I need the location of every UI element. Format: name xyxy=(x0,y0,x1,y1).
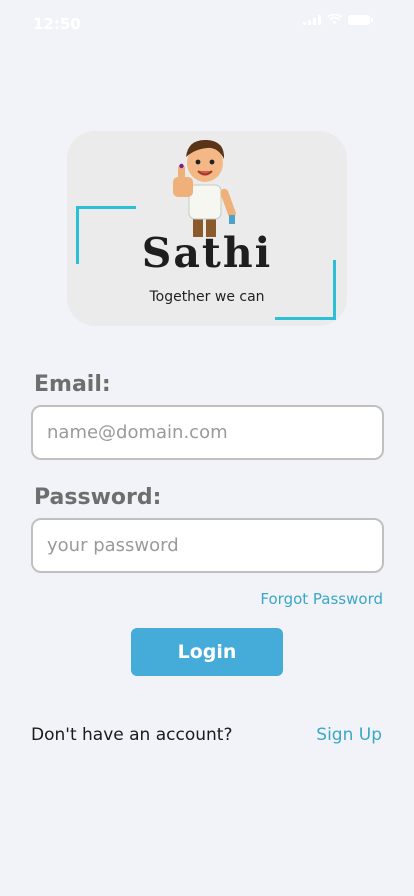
forgot-password-link[interactable]: Forgot Password xyxy=(260,590,383,608)
status-icons xyxy=(303,14,373,25)
logo-card: Sathi Together we can xyxy=(67,131,347,326)
brand-tagline: Together we can xyxy=(149,289,265,305)
password-label: Password: xyxy=(34,485,162,510)
sign-up-link[interactable]: Sign Up xyxy=(316,725,382,745)
wifi-icon xyxy=(327,14,342,25)
password-field[interactable] xyxy=(31,518,384,573)
no-account-text: Don't have an account? xyxy=(31,725,233,745)
status-time: 12:50 xyxy=(33,15,81,33)
email-label: Email: xyxy=(34,372,111,397)
login-button[interactable]: Login xyxy=(131,628,283,676)
cellular-signal-icon xyxy=(303,14,321,25)
battery-icon xyxy=(348,14,373,25)
brand-name: Sathi xyxy=(141,229,273,277)
email-field[interactable] xyxy=(31,405,384,460)
mascot-thumbs-up-icon xyxy=(173,139,236,237)
status-bar: 12:50 xyxy=(0,0,414,46)
